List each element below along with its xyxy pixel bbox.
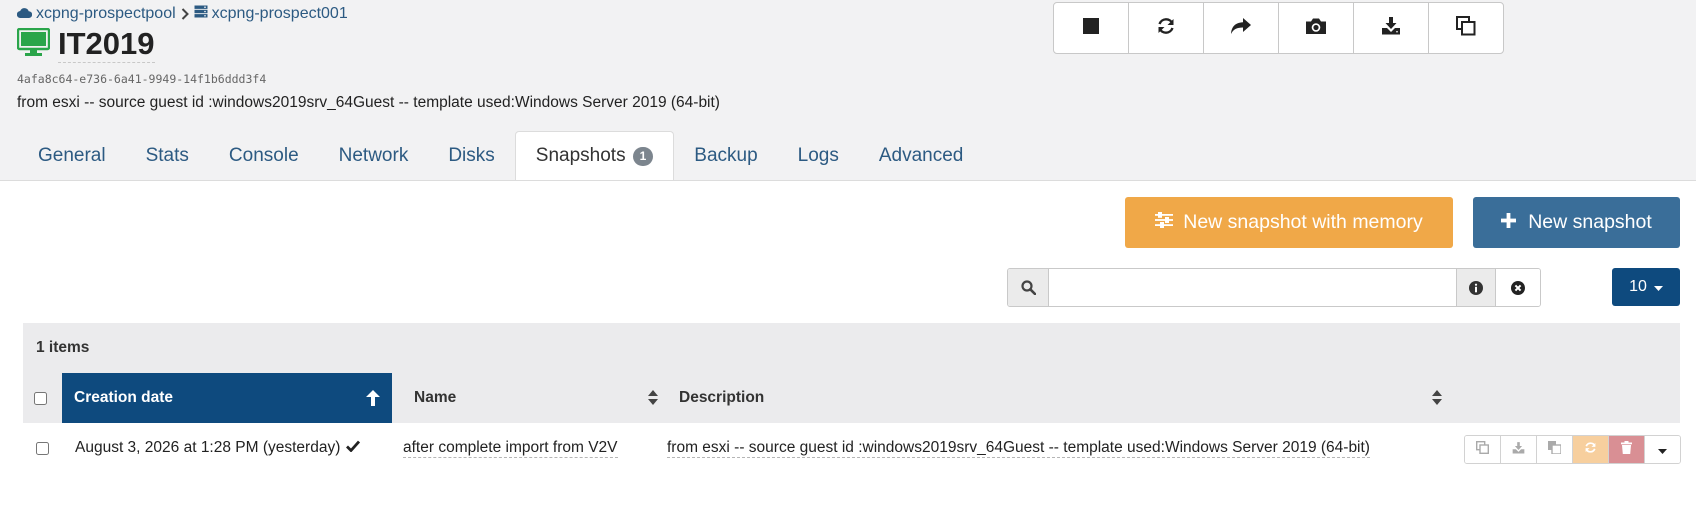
info-icon[interactable] — [1456, 269, 1495, 306]
breadcrumb-host-label: xcpng-prospect001 — [211, 5, 348, 22]
snapshot-button[interactable] — [1279, 3, 1354, 53]
check-icon — [346, 439, 361, 457]
description-cell: from esxi -- source guest id :windows201… — [667, 423, 1370, 473]
vm-name[interactable]: IT2019 — [58, 26, 155, 63]
tab-bar: General Stats Console Network Disks Snap… — [18, 131, 983, 181]
copy-icon — [1456, 15, 1476, 41]
copy-button[interactable] — [1429, 3, 1503, 53]
select-all-checkbox[interactable] — [34, 391, 47, 405]
name-cell: after complete import from V2V — [403, 423, 618, 473]
page-size-dropdown[interactable]: 10 — [1612, 268, 1680, 306]
table-header: Creation date Name Description — [23, 373, 1680, 423]
sort-icon — [1432, 390, 1442, 410]
files-icon — [1548, 440, 1562, 459]
column-label: Description — [679, 389, 765, 406]
snapshot-count-badge: 1 — [632, 146, 654, 166]
page-size-value: 10 — [1629, 278, 1647, 295]
refresh-icon — [1156, 16, 1176, 41]
row-select-cell — [36, 423, 49, 473]
tab-backup[interactable]: Backup — [674, 131, 777, 181]
new-snapshot-label: New snapshot — [1528, 211, 1652, 233]
tab-label: Disks — [448, 145, 495, 166]
tab-label: Network — [338, 145, 409, 166]
search-bar — [1007, 268, 1541, 307]
tab-label: Snapshots — [535, 145, 626, 166]
tab-label: Logs — [797, 145, 839, 166]
new-snapshot-with-memory-label: New snapshot with memory — [1183, 211, 1423, 233]
trash-icon — [1621, 440, 1632, 459]
column-label: Name — [414, 389, 457, 406]
tab-label: Backup — [694, 145, 758, 166]
tab-divider — [0, 180, 1696, 181]
tab-label: Stats — [145, 145, 189, 166]
tab-advanced[interactable]: Advanced — [859, 131, 984, 181]
snapshots-table: 1 items Creation date Name Description — [23, 323, 1680, 423]
snapshot-description[interactable]: from esxi -- source guest id :windows201… — [667, 438, 1370, 458]
stop-button[interactable] — [1054, 3, 1129, 53]
download-icon — [1381, 16, 1401, 40]
restart-button[interactable] — [1129, 3, 1204, 53]
creation-date: August 3, 2026 at 1:28 PM (yesterday) — [75, 439, 341, 456]
camera-icon — [1305, 17, 1327, 40]
row-delete-button[interactable] — [1609, 436, 1645, 463]
tab-general[interactable]: General — [18, 131, 126, 181]
row-export-button[interactable] — [1501, 436, 1537, 463]
breadcrumb-host[interactable]: xcpng-prospect001 — [194, 5, 348, 23]
stop-icon — [1083, 17, 1099, 39]
tab-network[interactable]: Network — [319, 131, 429, 181]
tab-label: Advanced — [878, 145, 964, 166]
refresh-icon — [1584, 441, 1597, 459]
snapshot-name[interactable]: after complete import from V2V — [403, 438, 618, 458]
breadcrumb-pool-label: xcpng-prospectpool — [36, 5, 176, 22]
tab-console[interactable]: Console — [209, 131, 319, 181]
vm-description[interactable]: from esxi -- source guest id :windows201… — [17, 94, 720, 112]
caret-down-icon — [1653, 278, 1663, 296]
creation-date-cell: August 3, 2026 at 1:28 PM (yesterday) — [75, 423, 361, 473]
row-actions — [1464, 435, 1681, 464]
row-more-dropdown[interactable] — [1645, 436, 1680, 463]
plus-icon — [1501, 211, 1517, 234]
sort-icon — [648, 390, 658, 410]
vm-uuid: 4afa8c64-e736-6a41-9949-14f1b6ddd3f4 — [17, 72, 267, 86]
select-all-cell — [23, 373, 58, 423]
search-input[interactable] — [1049, 269, 1456, 306]
row-copy-button[interactable] — [1465, 436, 1501, 463]
export-button[interactable] — [1354, 3, 1429, 53]
tab-stats[interactable]: Stats — [126, 131, 209, 181]
chevron-right-icon — [181, 8, 189, 20]
tab-label: General — [38, 145, 106, 166]
copy-icon — [1475, 440, 1490, 459]
column-name[interactable]: Name — [402, 373, 670, 423]
clear-search-icon[interactable] — [1495, 269, 1540, 306]
vm-actions — [1053, 2, 1504, 54]
row-revert-button[interactable] — [1573, 436, 1609, 463]
row-copy-to-vm-button[interactable] — [1537, 436, 1573, 463]
share-arrow-icon — [1230, 17, 1252, 40]
tab-disks[interactable]: Disks — [428, 131, 514, 181]
arrow-up-icon — [366, 390, 380, 411]
vm-title: IT2019 — [16, 26, 155, 63]
items-count: 1 items — [36, 339, 90, 356]
download-icon — [1512, 441, 1525, 459]
new-snapshot-with-memory-button[interactable]: New snapshot with memory — [1125, 197, 1453, 248]
table-row: August 3, 2026 at 1:28 PM (yesterday) af… — [23, 423, 1681, 473]
tab-snapshots[interactable]: Snapshots 1 — [514, 131, 675, 181]
sliders-icon — [1155, 211, 1174, 234]
column-description[interactable]: Description — [667, 373, 1454, 423]
vm-header: xcpng-prospectpool xcpng-prospect001 IT2… — [0, 0, 1696, 181]
cloud-icon — [16, 5, 33, 23]
column-label: Creation date — [74, 389, 174, 406]
breadcrumb-pool[interactable]: xcpng-prospectpool — [16, 5, 176, 23]
tab-logs[interactable]: Logs — [778, 131, 859, 181]
row-checkbox[interactable] — [36, 441, 49, 455]
column-creation-date[interactable]: Creation date — [62, 373, 392, 423]
search-icon — [1008, 269, 1049, 306]
server-icon — [194, 5, 208, 23]
monitor-icon — [16, 27, 51, 62]
breadcrumb: xcpng-prospectpool xcpng-prospect001 — [16, 5, 348, 23]
tab-label: Console — [228, 145, 299, 166]
new-snapshot-button[interactable]: New snapshot — [1473, 197, 1680, 248]
migrate-button[interactable] — [1204, 3, 1279, 53]
caret-down-icon — [1658, 441, 1667, 459]
